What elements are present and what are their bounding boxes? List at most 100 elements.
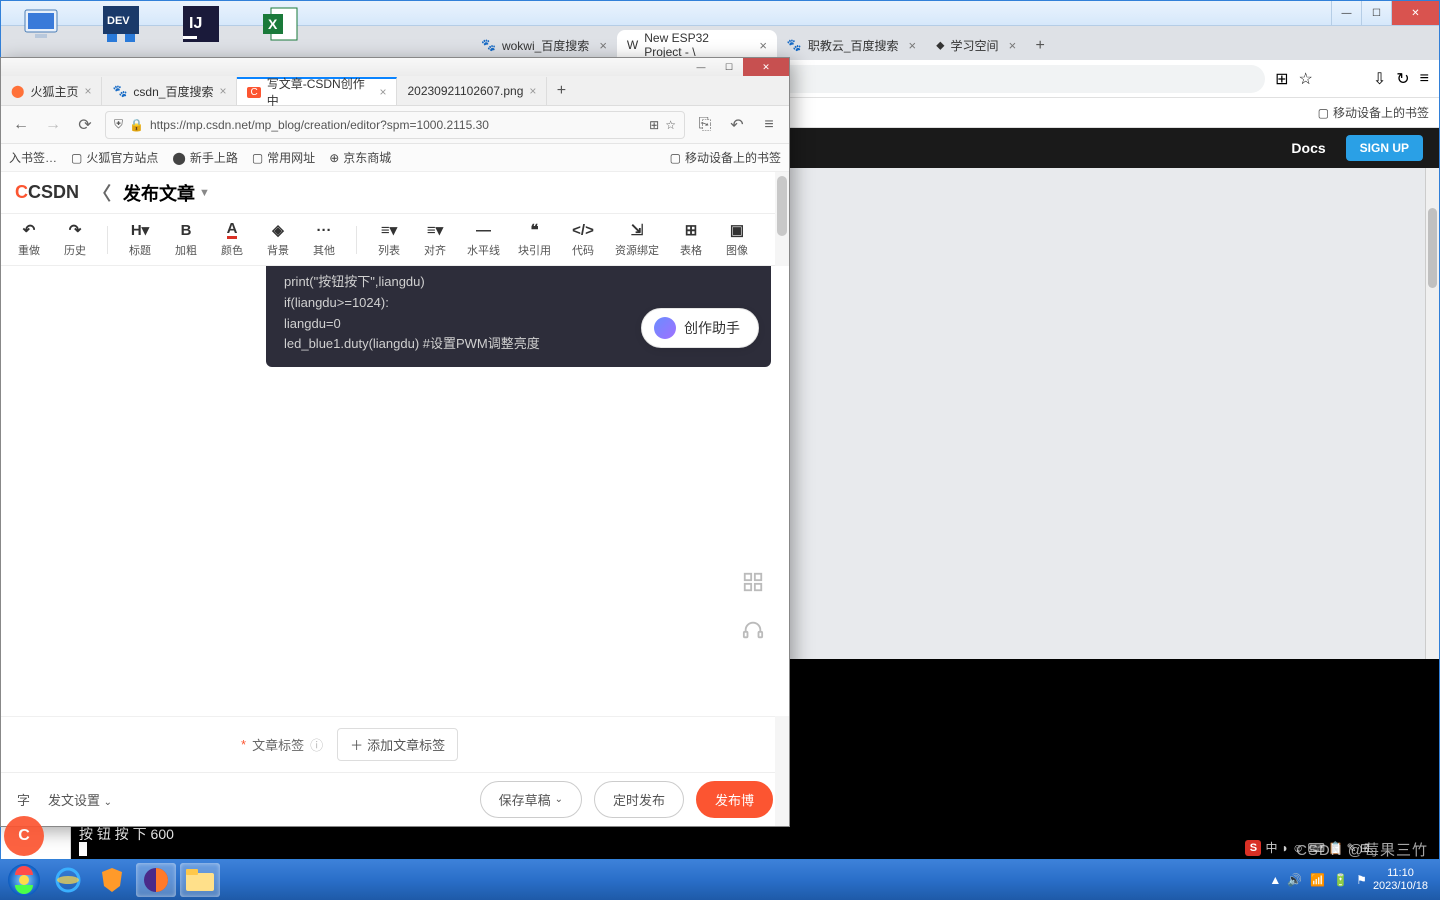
- battery-icon[interactable]: 🔋: [1333, 873, 1348, 887]
- close-icon[interactable]: ×: [529, 84, 536, 98]
- menu-icon[interactable]: ≡: [1420, 70, 1429, 88]
- tab-study[interactable]: ⬥学习空间×: [926, 30, 1026, 60]
- close-button[interactable]: ✕: [1391, 1, 1439, 25]
- save-draft-button[interactable]: 保存草稿 ⌄: [480, 781, 582, 818]
- toolbar-图像[interactable]: ▣图像: [723, 221, 751, 258]
- tab-csdn-search[interactable]: 🐾csdn_百度搜索×: [102, 77, 237, 105]
- toolbar-资源绑定[interactable]: ⇲资源绑定: [615, 221, 659, 258]
- page-title: 〈 发布文章 ▼: [93, 180, 210, 206]
- scrollbar-thumb[interactable]: [1428, 208, 1437, 288]
- scrollbar[interactable]: [1425, 168, 1439, 659]
- toolbar-表格[interactable]: ⊞表格: [677, 221, 705, 258]
- toolbar-列表[interactable]: ≡▾列表: [375, 221, 403, 258]
- maximize-button[interactable]: ☐: [1361, 1, 1391, 25]
- toolbar-代码[interactable]: </>代码: [569, 221, 597, 258]
- excel-icon[interactable]: X: [260, 5, 302, 43]
- robot-icon: [654, 317, 676, 339]
- close-icon[interactable]: ×: [219, 84, 226, 98]
- url-input[interactable]: ⛨ 🔒 https://mp.csdn.net/mp_blog/creation…: [105, 111, 685, 139]
- close-icon[interactable]: ×: [1009, 38, 1017, 53]
- back-button[interactable]: ←: [9, 113, 33, 137]
- bookmark-star-icon[interactable]: ☆: [1299, 69, 1313, 89]
- forward-button[interactable]: →: [41, 113, 65, 137]
- bookmark-mobile[interactable]: ▢ 移动设备上的书签: [670, 149, 781, 166]
- close-icon[interactable]: ×: [379, 85, 386, 99]
- network-icon[interactable]: 📶: [1310, 873, 1325, 887]
- task-shield[interactable]: [92, 863, 132, 897]
- ai-helper-button[interactable]: 创作助手: [641, 308, 759, 348]
- toolbar-颜色[interactable]: A颜色: [218, 221, 246, 258]
- add-tag-button[interactable]: ＋ 添加文章标签: [337, 728, 458, 761]
- computer-icon[interactable]: [20, 5, 62, 43]
- schedule-publish-button[interactable]: 定时发布: [594, 781, 684, 818]
- tab-firefox-home[interactable]: ⬤火狐主页×: [1, 77, 102, 105]
- close-icon[interactable]: ×: [909, 38, 917, 53]
- task-ie[interactable]: [48, 863, 88, 897]
- toolbar-加粗[interactable]: B加粗: [172, 221, 200, 258]
- task-firefox[interactable]: [136, 863, 176, 897]
- tab-wokwi-search[interactable]: 🐾wokwi_百度搜索×: [471, 30, 617, 60]
- bookmark-import[interactable]: 入书签…: [9, 149, 57, 166]
- maximize-button[interactable]: ☐: [715, 58, 743, 76]
- reload-button[interactable]: ⟳: [73, 113, 97, 137]
- bookmark-mobile[interactable]: ▢移动设备上的书签: [1318, 104, 1429, 121]
- bookmark-firefox-official[interactable]: ▢ 火狐官方站点: [71, 149, 158, 166]
- toolbar-其他[interactable]: ···其他: [310, 221, 338, 258]
- docs-link[interactable]: Docs: [1291, 140, 1325, 156]
- task-explorer[interactable]: [180, 863, 220, 897]
- star-icon[interactable]: ☆: [665, 118, 676, 132]
- new-tab-button[interactable]: +: [547, 77, 575, 105]
- extensions-icon[interactable]: ⊞: [1275, 69, 1288, 89]
- tray-chevron-icon[interactable]: ▲: [1269, 873, 1281, 887]
- chevron-down-icon[interactable]: ▼: [199, 187, 210, 199]
- qr-side-button[interactable]: [737, 566, 769, 598]
- signup-button[interactable]: SIGN UP: [1346, 135, 1423, 161]
- scrollbar-thumb[interactable]: [777, 176, 787, 236]
- close-icon[interactable]: ×: [759, 38, 767, 53]
- minimize-button[interactable]: —: [687, 58, 715, 76]
- toolbar-水平线[interactable]: —水平线: [467, 221, 500, 258]
- menu-icon[interactable]: ≡: [757, 113, 781, 137]
- system-tray: ▲ 🔊 📶 🔋 ⚑ 11:10 2023/10/18: [1269, 867, 1436, 893]
- close-icon[interactable]: ×: [84, 84, 91, 98]
- headset-side-button[interactable]: [737, 614, 769, 646]
- volume-icon[interactable]: 🔊: [1287, 873, 1302, 887]
- refresh-icon[interactable]: ↻: [1396, 69, 1409, 89]
- svg-text:X: X: [268, 16, 278, 32]
- screenshot-icon[interactable]: ⎘: [693, 113, 717, 137]
- publish-button[interactable]: 发布博: [696, 781, 773, 818]
- window-titlebar: — ☐ ✕: [1, 58, 789, 76]
- start-button[interactable]: [4, 860, 44, 900]
- editor-body[interactable]: print("按钮按下",liangdu) if(liangdu>=1024):…: [1, 266, 789, 716]
- taskbar-clock[interactable]: 11:10 2023/10/18: [1373, 867, 1428, 893]
- tab-image[interactable]: 20230921102607.png×: [397, 77, 547, 105]
- toolbar-标题[interactable]: H▾标题: [126, 221, 154, 258]
- csdn-logo[interactable]: CCSDN: [15, 182, 79, 203]
- back-icon[interactable]: 〈: [93, 180, 111, 206]
- close-icon[interactable]: ×: [599, 38, 607, 53]
- toolbar-块引用[interactable]: ❝块引用: [518, 221, 551, 258]
- bookmark-common[interactable]: ▢ 常用网址: [252, 149, 315, 166]
- publish-settings[interactable]: 发文设置 ⌄: [48, 790, 112, 809]
- shield-icon: ⛨: [114, 117, 123, 132]
- close-button[interactable]: ✕: [743, 58, 789, 76]
- dev-icon[interactable]: DEV: [100, 5, 142, 43]
- bookmark-jd[interactable]: ⊕ 京东商城: [329, 149, 391, 166]
- download-icon[interactable]: ⇩: [1373, 69, 1386, 89]
- tab-csdn-editor[interactable]: C写文章-CSDN创作中×: [237, 77, 397, 105]
- intellij-icon[interactable]: IJ: [180, 5, 222, 43]
- flag-icon[interactable]: ⚑: [1356, 873, 1367, 887]
- toolbar-重做[interactable]: ↶重做: [15, 221, 43, 258]
- minimize-button[interactable]: —: [1331, 1, 1361, 25]
- new-tab-button[interactable]: +: [1026, 32, 1054, 60]
- help-icon[interactable]: ⓘ: [310, 735, 323, 754]
- watermark-logo: C: [4, 816, 44, 856]
- toolbar-历史[interactable]: ↷历史: [61, 221, 89, 258]
- history-icon[interactable]: ↶: [725, 113, 749, 137]
- qr-icon[interactable]: ⊞: [649, 118, 659, 132]
- toolbar-背景[interactable]: ◈背景: [264, 221, 292, 258]
- bookmark-newbie[interactable]: ⬤ 新手上路: [172, 149, 237, 166]
- tab-wokwi-project[interactable]: WNew ESP32 Project - \×: [617, 30, 777, 60]
- toolbar-对齐[interactable]: ≡▾对齐: [421, 221, 449, 258]
- tab-zhijiao[interactable]: 🐾职教云_百度搜索×: [777, 30, 926, 60]
